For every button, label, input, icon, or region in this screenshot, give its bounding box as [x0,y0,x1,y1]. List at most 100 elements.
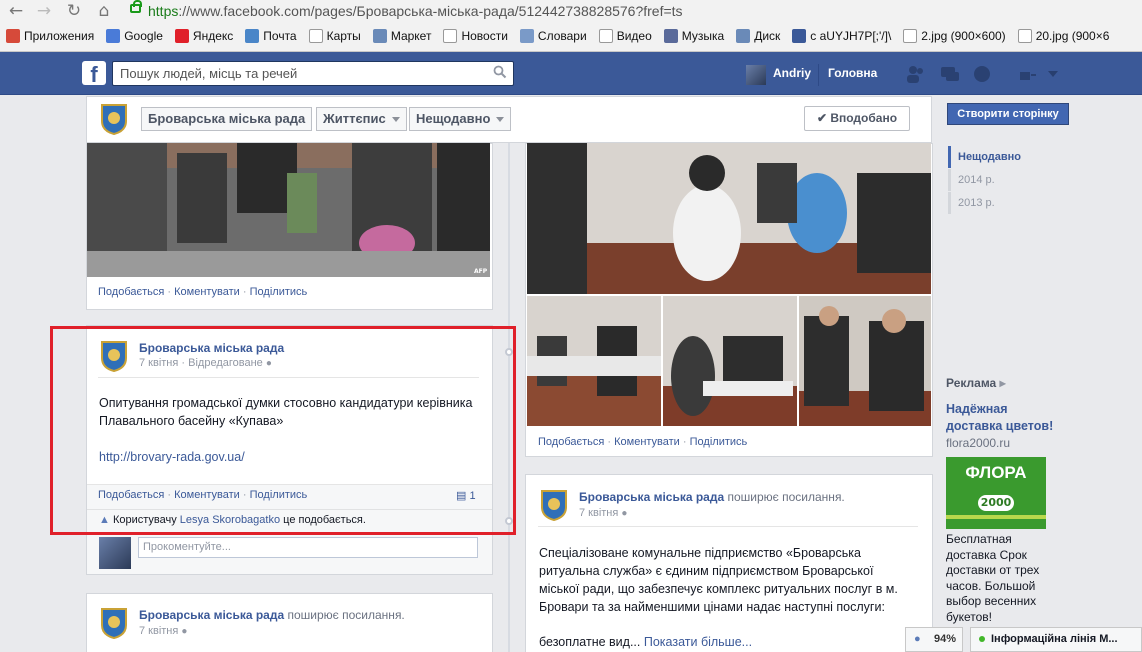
bookmark-item[interactable]: Новости [443,26,508,46]
page-icon [443,29,458,43]
mail-icon [245,29,260,43]
bookmark-item[interactable]: Карты [308,26,361,46]
bookmark-item[interactable]: Словари [519,26,587,46]
bookmark-item[interactable]: Маркет [372,26,431,46]
liked-button-label: Вподобано [830,111,898,125]
bookmark-item[interactable]: Google [106,26,163,46]
ad-headline[interactable]: Надёжная доставка цветов! [946,401,1066,435]
chevron-down-icon [496,117,505,123]
bookmark-label: Google [124,29,163,43]
year-nav-2013[interactable]: 2013 р. [958,197,995,209]
share-link[interactable]: Поділитись [690,436,748,448]
bookmark-item[interactable]: Музыка [663,26,725,46]
profile-link[interactable]: Andriy [773,66,811,80]
google-icon [106,29,121,43]
bookmark-item[interactable]: Приложения [6,26,94,46]
post-date[interactable]: 7 квітня [139,625,178,637]
year-indicator [948,146,951,168]
comment-link[interactable]: Коментувати [174,286,240,298]
timeline-menu[interactable]: Життєпис [316,107,407,131]
facebook-logo-icon[interactable]: f [82,61,106,85]
bookmark-label: Диск [754,29,781,43]
breadcrumb-page-name[interactable]: Броварська міська рада [141,107,313,131]
forward-arrow-icon[interactable]: → [34,1,54,21]
post-author[interactable]: Броварська міська рада [579,490,724,504]
ad-image[interactable]: ФЛОРА 2000 [946,457,1046,529]
bookmark-item[interactable]: Яндекс [174,26,234,46]
comment-link[interactable]: Коментувати [614,436,680,448]
recent-menu[interactable]: Нещодавно [409,107,512,131]
chat-tab-label: Інформаційна лінія М... [991,633,1118,645]
privacy-lock-icon[interactable] [1018,64,1038,84]
home-link[interactable]: Головна [828,66,877,80]
bookmark-item[interactable]: 2.jpg (900×600) [903,26,1006,46]
album-photo-1[interactable] [527,296,661,426]
page-icon [308,29,323,43]
bookmark-label: Музыка [681,29,725,43]
bookmark-item[interactable]: Видео [598,26,652,46]
chat-tab[interactable]: Інформаційна лінія М... [970,627,1142,652]
bookmark-label: Новости [461,29,508,43]
shared-label: поширює посилання. [287,608,405,622]
ad-logo-number: 2000 [978,495,1014,511]
ads-title: Реклама ▸ [946,376,1006,390]
ad-logo-text: ФЛОРА [965,463,1027,482]
zoom-indicator[interactable]: ● 94% [905,627,963,652]
post-truncated-text: безоплатне вид... [539,635,641,649]
back-arrow-icon[interactable]: ← [6,1,26,21]
author-avatar-icon[interactable] [100,607,128,639]
bookmark-label: Яндекс [192,29,234,43]
messages-icon[interactable] [940,64,960,84]
create-page-button[interactable]: Створити сторінку [947,103,1069,125]
show-more-link[interactable]: Показати більше... [644,635,752,649]
commenter-avatar[interactable] [99,537,131,569]
search-input[interactable]: Пошук людей, місць та речей [112,61,514,86]
bookmark-item[interactable]: с aUYJH7P[;'/]\ [792,26,891,46]
account-menu-icon[interactable] [1048,71,1058,77]
globe-icon: ● [621,508,628,519]
friend-requests-icon[interactable] [906,64,926,84]
bookmark-item[interactable]: Почта [245,26,297,46]
year-nav-2014[interactable]: 2014 р. [958,174,995,186]
ad-url: flora2000.ru [946,436,1011,450]
album-photo-main[interactable] [527,143,931,294]
online-status-icon [979,636,985,642]
like-link[interactable]: Подобається [538,436,604,448]
reload-icon[interactable]: ↻ [64,1,84,21]
recent-menu-label: Нещодавно [416,111,491,126]
photo-credit: AFP [474,268,488,275]
search-icon[interactable] [493,65,507,79]
globe-icon: ● [914,633,921,645]
nav-divider [818,64,819,86]
liked-button[interactable]: ✔ Вподобано [804,106,910,131]
url-scheme: https [148,3,179,19]
author-avatar-icon[interactable] [540,489,568,521]
disk-icon [736,29,751,43]
album-photo-2[interactable] [663,296,797,426]
ad-stripe [946,515,1046,519]
share-link[interactable]: Поділитись [250,286,308,298]
bookmark-item[interactable]: 20.jpg (900×6 [1017,26,1109,46]
user-avatar[interactable] [746,65,766,85]
page-icon [598,29,613,43]
post-photo[interactable] [87,143,490,277]
chevron-down-icon [391,117,400,123]
comment-input[interactable]: Прокоментуйте... [138,537,478,558]
shared-label: поширює посилання. [727,490,845,504]
facebook-top-bar: f Пошук людей, місць та речей Andriy Гол… [0,52,1142,95]
post-date[interactable]: 7 квітня [579,507,618,519]
coat-of-arms-logo-icon[interactable] [100,103,128,135]
bookmark-label: Словари [537,29,587,43]
home-icon[interactable]: ⌂ [94,1,114,21]
like-link[interactable]: Подобається [98,286,164,298]
notifications-globe-icon[interactable] [972,64,992,84]
address-bar[interactable]: https://www.facebook.com/pages/Броварськ… [125,2,1142,21]
bookmark-item[interactable]: Диск [736,26,780,46]
album-photo-3[interactable] [799,296,931,426]
year-nav-recent[interactable]: Нещодавно [958,151,1021,163]
post-meta: 7 квітня ● [579,507,627,519]
post-author[interactable]: Броварська міська рада [139,608,284,622]
year-indicator [948,192,951,214]
year-indicator [948,169,951,191]
bookmark-label: Почта [263,29,297,43]
